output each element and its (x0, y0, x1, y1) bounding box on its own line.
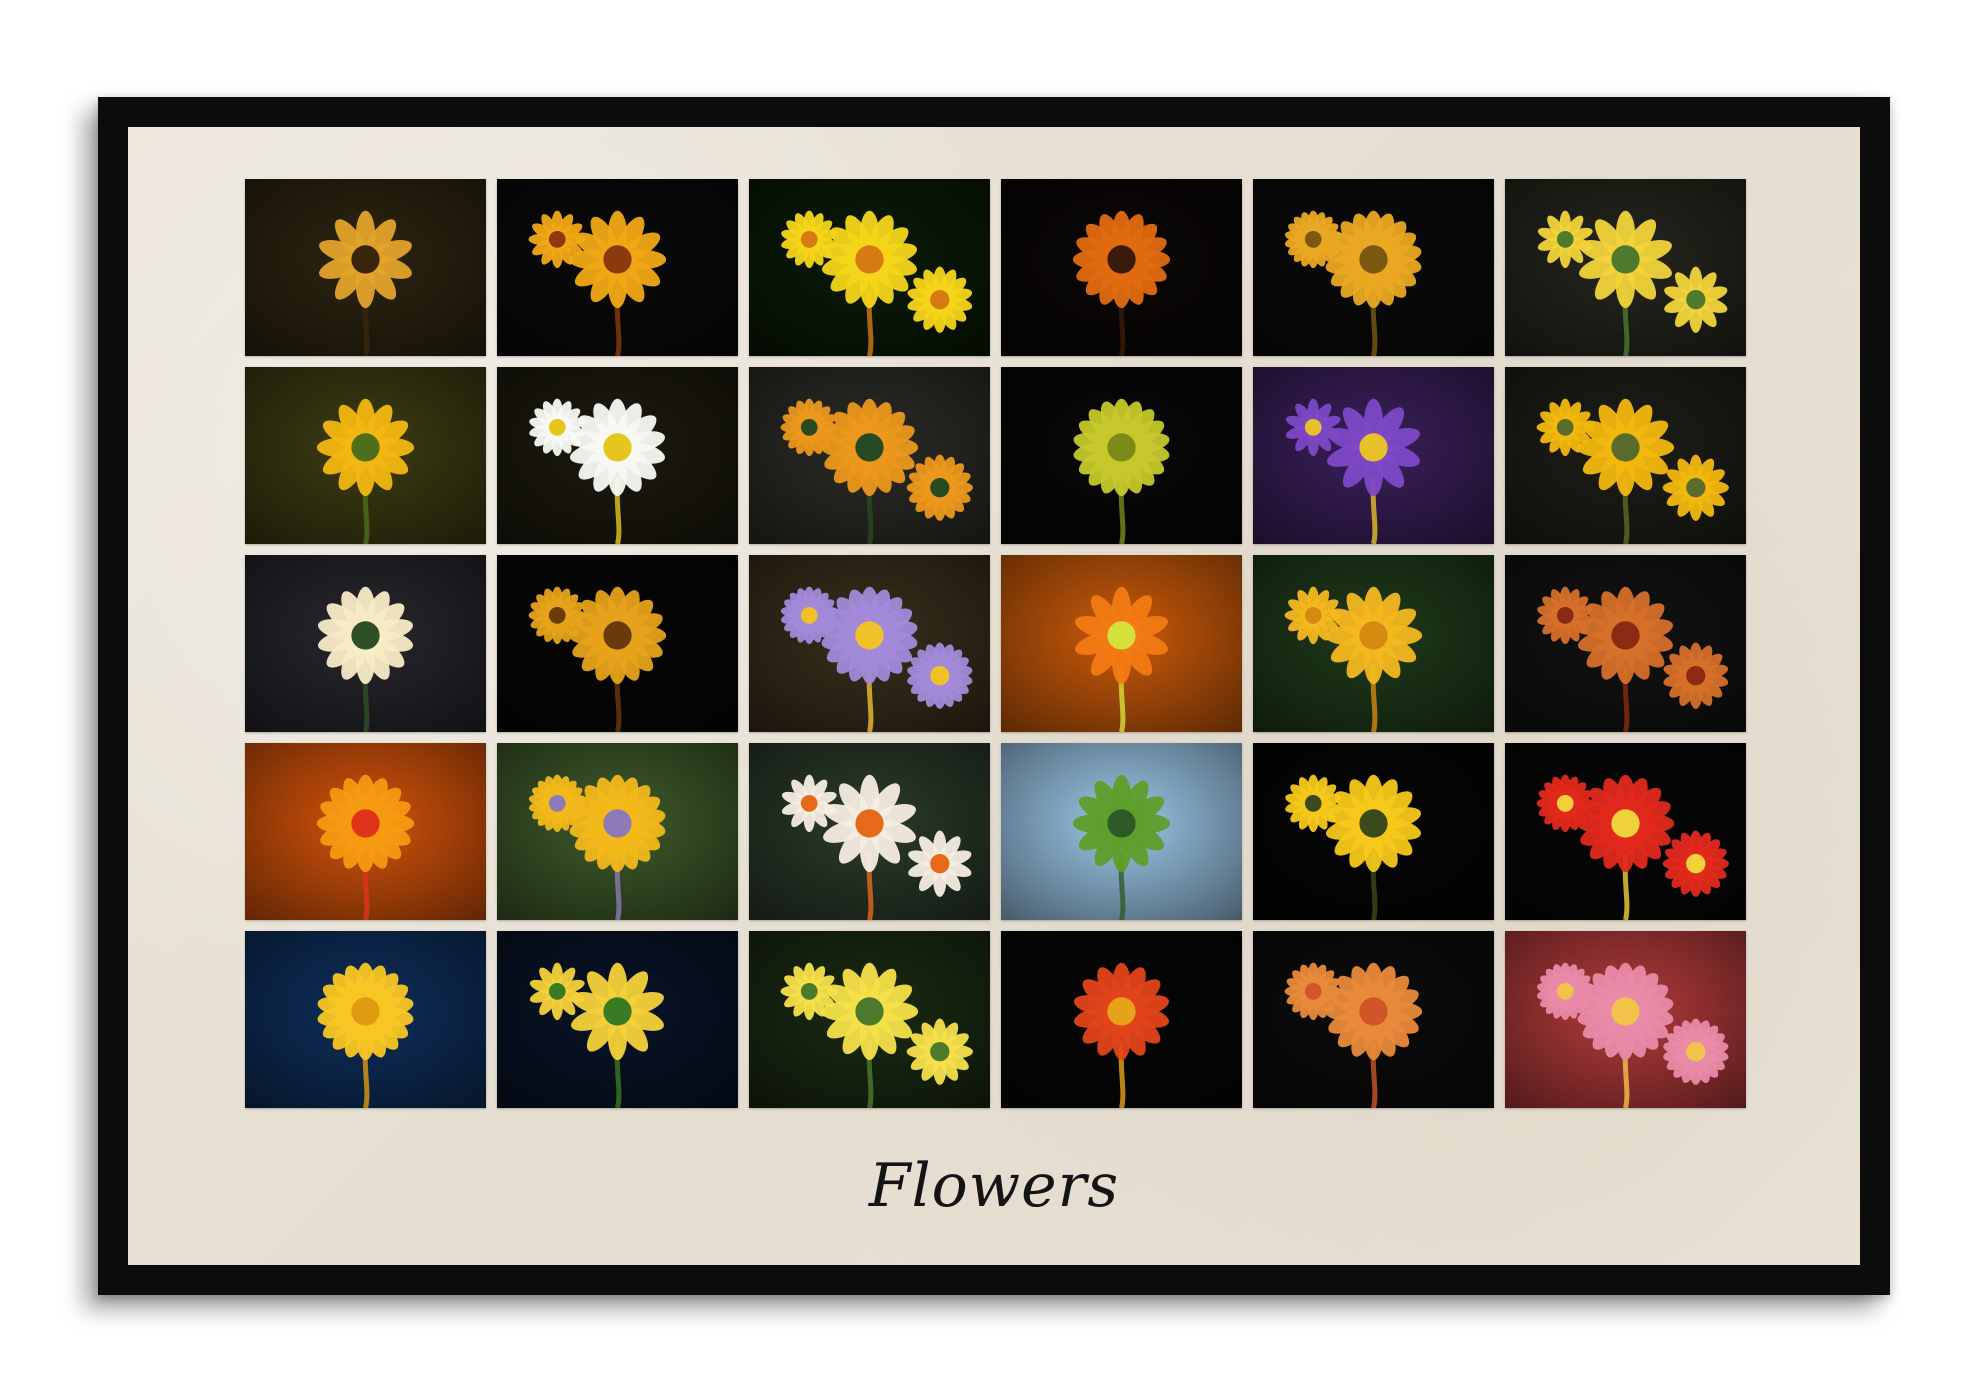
flower-photo (497, 179, 738, 356)
photo-tile-cream-rose (245, 555, 486, 732)
flower-photo (1505, 743, 1746, 920)
flower-photo (497, 555, 738, 732)
photo-tile-mountain-meadow (1001, 743, 1242, 920)
picture-frame: Flowers (98, 97, 1890, 1295)
photo-tile-yellow-tulips-dark (1253, 743, 1494, 920)
flower-photo (1505, 931, 1746, 1108)
flower-photo (1505, 179, 1746, 356)
flower-photo (497, 931, 738, 1108)
flower-photo (1253, 743, 1494, 920)
photo-tile-crocus-meadow (497, 743, 738, 920)
photo-tile-orange-roses (1505, 555, 1746, 732)
flower-photo (749, 743, 990, 920)
flower-photo (1505, 367, 1746, 544)
flower-photo (1505, 555, 1746, 732)
photo-tile-yellow-gazania (497, 179, 738, 356)
flower-photo (1001, 555, 1242, 732)
photo-tile-yellow-tulips-bouquet (1505, 179, 1746, 356)
photo-tile-orange-crocus-bud (749, 367, 990, 544)
photo-tile-goldenrod (1001, 367, 1242, 544)
photo-tile-white-orange-rose (749, 743, 990, 920)
photo-tile-lilac-crocus (749, 555, 990, 732)
flower-photo (497, 367, 738, 544)
flower-photo (245, 743, 486, 920)
photo-tile-yellow-lily (497, 555, 738, 732)
photo-tile-yellow-dahlia-blue (245, 931, 486, 1108)
flower-photo (497, 743, 738, 920)
flower-photo (749, 555, 990, 732)
photo-tile-yellow-tulips-branch (497, 931, 738, 1108)
photo-tile-white-daisy (497, 367, 738, 544)
photo-tile-sunflower-bloom (245, 179, 486, 356)
flower-photo (245, 555, 486, 732)
photo-tile-mixed-roses (1505, 931, 1746, 1108)
photo-grid (245, 179, 1746, 1108)
flower-photo (245, 931, 486, 1108)
flower-photo (749, 367, 990, 544)
flower-photo (1001, 743, 1242, 920)
poster-caption: Flowers (868, 1151, 1120, 1221)
flower-photo (1253, 555, 1494, 732)
photo-tile-yellow-gerbera (1253, 179, 1494, 356)
photo-tile-yellow-coreopsis (749, 179, 990, 356)
flower-photo (245, 179, 486, 356)
flower-photo (749, 179, 990, 356)
flower-photo (1001, 931, 1242, 1108)
photo-tile-yellow-rose (1253, 555, 1494, 732)
photo-tile-bird-of-paradise (1001, 931, 1242, 1108)
flower-photo (1001, 367, 1242, 544)
flower-photo (1253, 179, 1494, 356)
poster-paper: Flowers (128, 127, 1860, 1265)
flower-photo (1253, 931, 1494, 1108)
flower-photo (1253, 367, 1494, 544)
photo-tile-yellow-tulip-bed (749, 931, 990, 1108)
flower-photo (245, 367, 486, 544)
flower-photo (749, 931, 990, 1108)
photo-tile-sunflower-sideview (1505, 367, 1746, 544)
photo-tile-yellow-crocus-field (245, 367, 486, 544)
photo-tile-orange-tulip-field (245, 743, 486, 920)
flower-photo (1001, 179, 1242, 356)
photo-tile-peach-rose (1253, 931, 1494, 1108)
photo-tile-red-poppy-stamens (1505, 743, 1746, 920)
photo-tile-orange-poppies (1001, 555, 1242, 732)
photo-tile-purple-pansies (1253, 367, 1494, 544)
photo-tile-orange-coneflowers (1001, 179, 1242, 356)
